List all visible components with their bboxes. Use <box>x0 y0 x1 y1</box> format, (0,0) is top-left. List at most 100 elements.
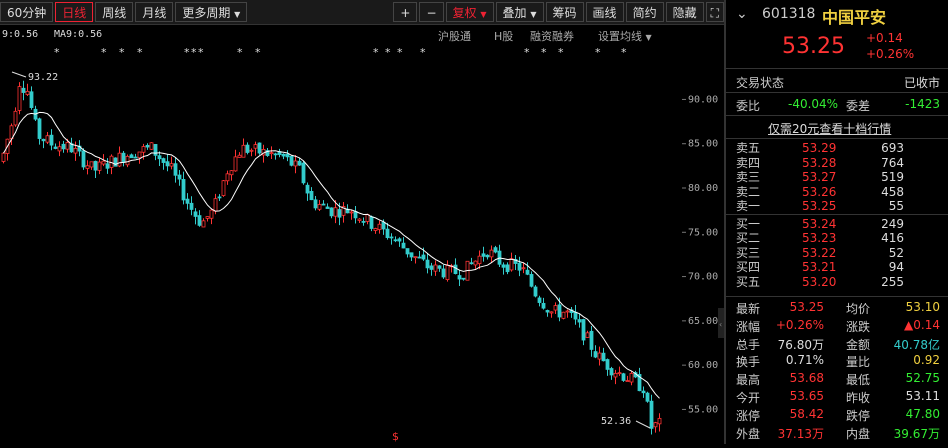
event-marker-icon: * <box>237 46 243 59</box>
divider <box>726 214 948 215</box>
candle-body <box>409 252 414 258</box>
zoom-in-button[interactable]: + <box>393 2 418 22</box>
candle-body <box>257 142 262 154</box>
candle-body <box>389 236 394 239</box>
ma9-value: MA9:0.56 <box>54 29 103 40</box>
candle-body <box>273 153 278 156</box>
candle-body <box>349 211 354 214</box>
candle-body <box>105 163 110 169</box>
order-level-label: 卖三 <box>736 170 761 184</box>
period-monthly[interactable]: 月线 <box>135 2 174 22</box>
candle-body <box>97 161 102 171</box>
order-volume: 94 <box>888 260 904 274</box>
event-marker-icon: * <box>54 46 60 59</box>
period-60min[interactable]: 60分钟 <box>0 2 54 22</box>
candle-body <box>53 146 58 149</box>
tab-margin[interactable]: 融资融券 <box>530 28 574 44</box>
candle-body <box>417 256 422 259</box>
stock-code: 601318 <box>762 6 816 22</box>
bid-row: 买三 53.22 52 <box>726 246 948 260</box>
status-value: 已收市 <box>903 76 940 90</box>
high-pointer <box>11 71 27 78</box>
event-markers: * * * * * * * * * * * * * * * * * * <box>54 46 627 59</box>
tab-ma-settings[interactable]: 设置均线 ▼ <box>598 28 652 44</box>
order-price: 53.26 <box>802 184 837 199</box>
chips-button[interactable]: 筹码 <box>545 2 584 22</box>
candle-body <box>225 173 230 182</box>
period-daily[interactable]: 日线 <box>55 2 94 22</box>
order-volume: 249 <box>881 216 904 231</box>
simple-mode-button[interactable]: 简约 <box>625 2 664 22</box>
kline-svg: * * * * * * * * * * * * * * * * * * 90.0085.0080.0075.007… <box>1 46 724 443</box>
bid-row: 买一 53.24 249 <box>726 217 948 231</box>
ask-row: 卖五 53.29 693 <box>726 141 948 155</box>
candle-body <box>605 359 610 370</box>
promo-link[interactable]: 仅需20元查看十档行情 <box>768 120 891 137</box>
event-marker-icon: * <box>198 46 204 59</box>
candle-body <box>369 216 374 229</box>
period-more-dropdown[interactable]: 更多周期 ▼ <box>175 2 248 22</box>
candle-body <box>237 154 242 158</box>
candle-body <box>641 390 646 394</box>
order-level-label: 卖五 <box>736 141 761 155</box>
order-level-label: 买三 <box>736 245 761 260</box>
stat-label: 涨跌 <box>846 319 871 334</box>
candle-body <box>381 221 386 230</box>
candle-body <box>57 146 62 152</box>
event-marker-icon: * <box>524 46 530 59</box>
zoom-out-button[interactable]: − <box>419 2 444 22</box>
candle-body <box>441 268 446 278</box>
order-price: 53.23 <box>802 231 837 245</box>
bid-row: 买四 53.21 94 <box>726 260 948 274</box>
overlay-label: 叠加 <box>502 6 527 20</box>
stat-label: 换手 <box>736 355 761 370</box>
stock-price: 53.25 <box>782 34 845 59</box>
candle-body <box>49 134 54 146</box>
period-weekly[interactable]: 周线 <box>95 2 134 22</box>
candle-body <box>93 160 98 171</box>
draw-line-button[interactable]: 画线 <box>585 2 624 22</box>
order-level-label: 买五 <box>736 274 761 289</box>
event-marker-icon: * <box>184 46 190 59</box>
divider <box>726 115 948 116</box>
ma-line <box>3 111 660 399</box>
tab-hk-connect[interactable]: 沪股通 <box>438 28 471 44</box>
candle-body <box>177 174 182 180</box>
tab-h-share[interactable]: H股 <box>494 28 513 44</box>
caret-down-icon: ▼ <box>530 10 537 19</box>
candle-body <box>433 264 438 272</box>
candle-body <box>209 209 214 219</box>
event-marker-icon: * <box>255 46 261 59</box>
candle-body <box>289 155 294 166</box>
overlay-dropdown[interactable]: 叠加 ▼ <box>495 2 544 22</box>
fullscreen-icon[interactable]: ⛶ <box>705 2 724 22</box>
stat-value: 0.92 <box>913 353 940 368</box>
candle-body <box>253 144 258 149</box>
candle-body <box>429 265 434 270</box>
kline-chart[interactable]: * * * * * * * * * * * * * * * * * * 90.00 85.00 80.00 75.00 7… <box>0 44 724 444</box>
adjust-dropdown[interactable]: 复权 ▼ <box>445 2 494 22</box>
candle-body <box>17 86 22 111</box>
y-tick-label: 75.00 <box>688 227 718 238</box>
order-level-label: 买四 <box>736 260 761 274</box>
y-tick-label: 70.00 <box>688 272 718 283</box>
chevron-down-icon[interactable]: ⌄ <box>736 6 748 22</box>
status-label: 交易状态 <box>736 76 785 90</box>
candle-body <box>413 256 418 259</box>
candle-body <box>565 310 570 313</box>
chevron-left-icon[interactable]: ‹ <box>719 320 722 329</box>
candle-body <box>21 87 26 93</box>
candle-body <box>613 372 618 378</box>
period-more-label: 更多周期 <box>182 6 231 20</box>
hide-button[interactable]: 隐藏 <box>665 2 704 22</box>
candle-body <box>269 152 274 155</box>
candle-body <box>61 143 66 150</box>
candle-body <box>553 305 558 311</box>
candle-body <box>461 277 466 280</box>
stat-value: 53.10 <box>905 300 940 314</box>
event-marker-icon: * <box>119 46 125 59</box>
stat-value: 0.71% <box>785 353 824 368</box>
candle-body <box>197 215 202 226</box>
order-price: 53.29 <box>802 141 837 155</box>
candle-body <box>157 155 162 160</box>
